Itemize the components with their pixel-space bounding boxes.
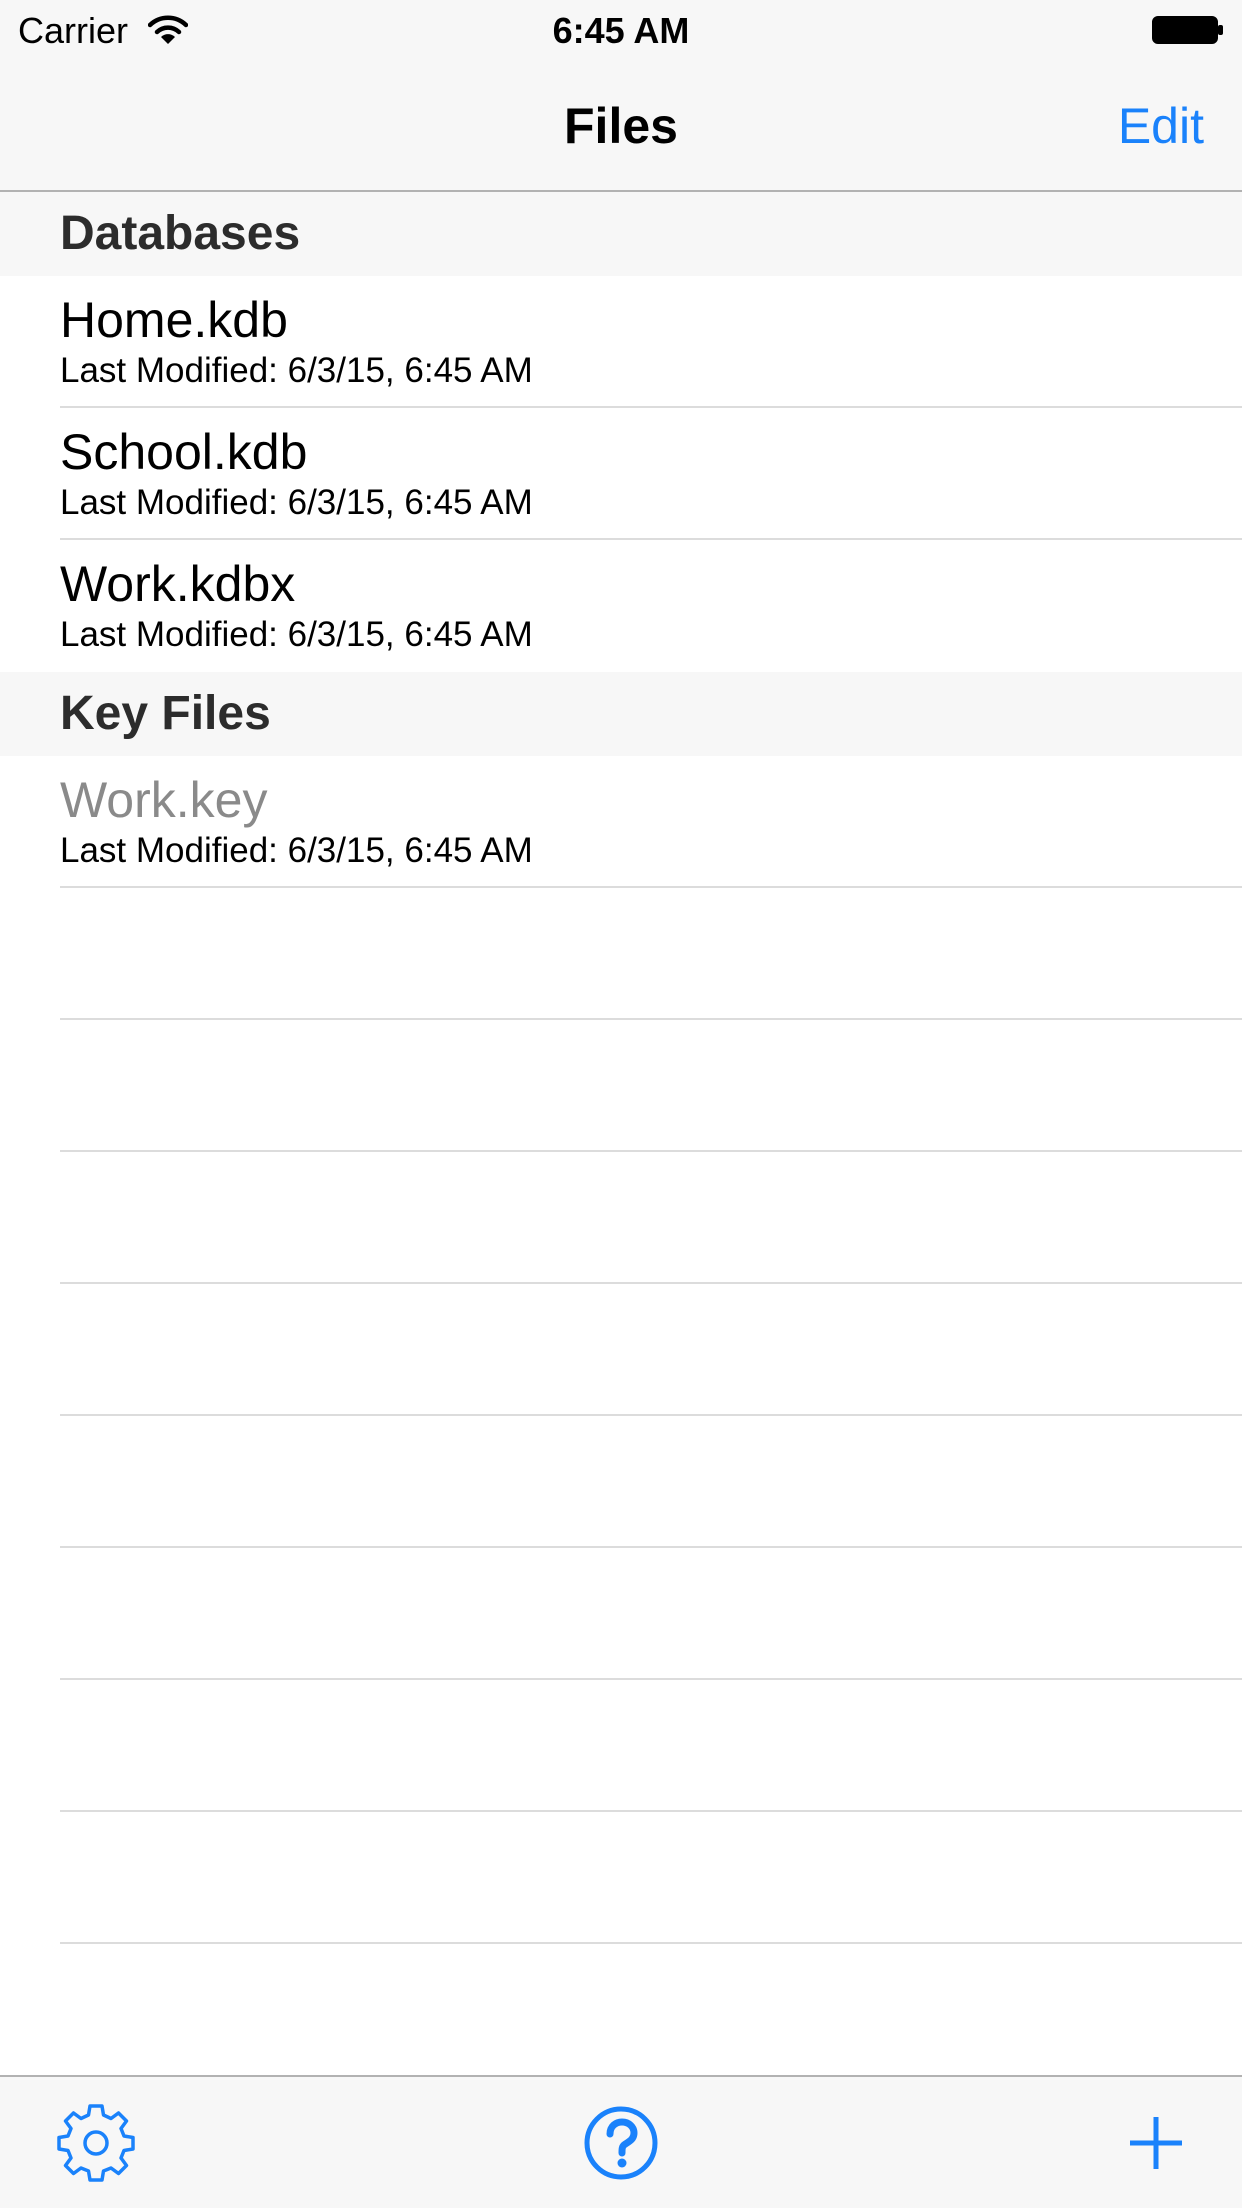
file-name: Home.kdb [60, 292, 288, 348]
row-divider [60, 886, 1242, 888]
settings-button[interactable] [56, 2103, 136, 2183]
section-header-key-files: Key Files [0, 672, 1242, 756]
empty-row-divider [60, 1414, 1242, 1416]
empty-row-divider [60, 1810, 1242, 1812]
file-modified: Last Modified: 6/3/15, 6:45 AM [60, 615, 533, 654]
help-button[interactable] [581, 2103, 661, 2183]
gear-icon [57, 2104, 135, 2182]
list-item[interactable]: Work.key Last Modified: 6/3/15, 6:45 AM [0, 756, 1242, 888]
empty-row-divider [60, 1282, 1242, 1284]
file-modified: Last Modified: 6/3/15, 6:45 AM [60, 831, 533, 870]
section-title: Key Files [60, 687, 271, 740]
list-item[interactable]: School.kdb Last Modified: 6/3/15, 6:45 A… [0, 408, 1242, 540]
empty-row-divider [60, 1942, 1242, 1944]
file-modified: Last Modified: 6/3/15, 6:45 AM [60, 483, 533, 522]
empty-row-divider [60, 1678, 1242, 1680]
empty-row-divider [60, 1546, 1242, 1548]
battery-icon [1152, 16, 1224, 44]
section-header-databases: Databases [0, 192, 1242, 276]
file-name: Work.kdbx [60, 556, 296, 612]
bottom-toolbar [0, 2075, 1242, 2208]
list-item[interactable]: Home.kdb Last Modified: 6/3/15, 6:45 AM [0, 276, 1242, 408]
page-title: Files [564, 98, 678, 154]
plus-icon [1130, 2117, 1182, 2169]
list-item[interactable]: Work.kdbx Last Modified: 6/3/15, 6:45 AM [0, 540, 1242, 672]
navigation-bar: Carrier 6:45 AM Files Edit [0, 0, 1242, 192]
section-title: Databases [60, 207, 301, 260]
status-time: 6:45 AM [552, 10, 690, 51]
add-button[interactable] [1116, 2103, 1196, 2183]
file-name: School.kdb [60, 424, 308, 480]
empty-row-divider [60, 1150, 1242, 1152]
empty-row-divider [60, 1018, 1242, 1020]
file-modified: Last Modified: 6/3/15, 6:45 AM [60, 351, 533, 390]
help-icon [584, 2106, 658, 2180]
edit-button[interactable]: Edit [1118, 96, 1204, 156]
file-name: Work.key [60, 772, 268, 828]
